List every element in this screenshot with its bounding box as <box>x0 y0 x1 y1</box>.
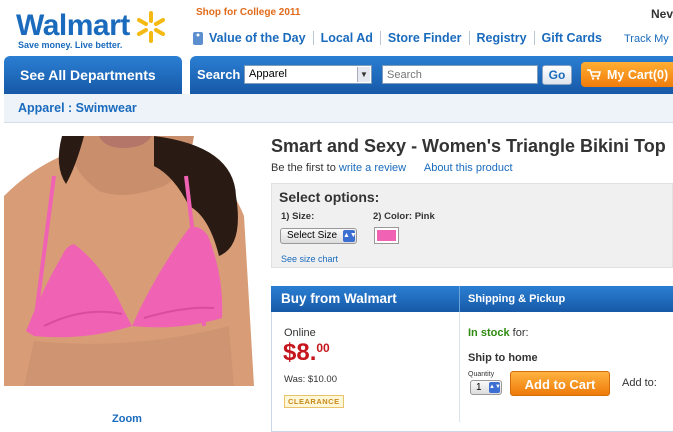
nav-divider <box>312 31 314 45</box>
product-image[interactable] <box>4 136 254 386</box>
quantity-value: 1 <box>476 382 482 393</box>
quantity-label: Quantity <box>468 371 495 378</box>
nav-divider <box>468 31 470 45</box>
nav-store-finder[interactable]: Store Finder <box>388 31 462 45</box>
nav-divider <box>533 31 535 45</box>
color-label: 2) Color: Pink <box>373 211 435 222</box>
all-departments-button[interactable]: See All Departments <box>4 56 182 94</box>
tab-divider <box>459 286 460 312</box>
size-label: 1) Size: <box>281 211 315 222</box>
shipping-pickup-tab[interactable]: Shipping & Pickup <box>468 293 565 305</box>
new-label[interactable]: Nev <box>651 7 673 21</box>
price-tag-icon <box>193 31 203 45</box>
cart-button[interactable]: My Cart(0) <box>581 62 673 87</box>
column-divider <box>459 312 460 422</box>
nav-local-ad[interactable]: Local Ad <box>321 31 373 45</box>
review-prefix: Be the first to <box>271 162 336 174</box>
chevron-updown-icon: ▲▼ <box>489 382 501 393</box>
top-nav: Value of the Day Local Ad Store Finder R… <box>192 28 602 48</box>
in-stock-for: for: <box>512 327 529 339</box>
stock-status: In stock for: <box>468 327 529 339</box>
search-label: Search <box>197 67 241 82</box>
nav-value-of-the-day[interactable]: Value of the Day <box>209 31 306 45</box>
chevron-updown-icon: ▲▼ <box>343 230 357 242</box>
add-to-label: Add to: <box>622 377 657 389</box>
quantity-select[interactable]: 1 ▲▼ <box>470 380 502 395</box>
online-label: Online <box>284 327 316 339</box>
promo-link[interactable]: Shop for College 2011 <box>196 7 300 18</box>
clearance-badge: CLEARANCE <box>284 395 344 408</box>
category-value: Apparel <box>249 68 287 80</box>
nav-registry[interactable]: Registry <box>477 31 527 45</box>
price: $8.00 <box>283 339 330 367</box>
nav-gift-cards[interactable]: Gift Cards <box>542 31 602 45</box>
cart-label: My Cart(0) <box>607 67 669 82</box>
zoom-link[interactable]: Zoom <box>112 413 142 425</box>
options-title: Select options: <box>279 189 380 205</box>
product-title: Smart and Sexy - Women's Triangle Bikini… <box>271 136 666 156</box>
category-select[interactable]: Apparel ▼ <box>244 65 372 84</box>
size-select[interactable]: Select Size ▲▼ <box>280 228 357 244</box>
search-input[interactable] <box>382 65 538 84</box>
price-dollars: $8. <box>283 339 317 366</box>
track-order-link[interactable]: Track My <box>624 33 669 45</box>
walmart-logo[interactable]: Walmart <box>16 8 130 44</box>
nav-divider <box>379 31 381 45</box>
color-swatch-pink[interactable] <box>374 227 399 244</box>
write-review-link[interactable]: write a review <box>339 162 406 174</box>
cart-icon <box>587 69 601 80</box>
in-stock-label: In stock <box>468 327 510 339</box>
breadcrumb[interactable]: Apparel : Swimwear <box>18 101 137 115</box>
review-line: Be the first to write a review About thi… <box>271 162 513 174</box>
size-chart-link[interactable]: See size chart <box>281 254 338 264</box>
about-product-link[interactable]: About this product <box>424 162 513 174</box>
add-to-cart-button[interactable]: Add to Cart <box>510 371 610 396</box>
go-button[interactable]: Go <box>542 65 572 85</box>
logo-tagline: Save money. Live better. <box>18 40 123 50</box>
buy-from-walmart-tab[interactable]: Buy from Walmart <box>281 291 397 306</box>
ship-to-home-label: Ship to home <box>468 352 538 364</box>
spark-logo-icon <box>137 11 165 43</box>
was-price: Was: $10.00 <box>284 374 337 385</box>
size-select-value: Select Size <box>287 230 338 241</box>
swatch-fill <box>377 230 396 241</box>
price-cents: 00 <box>316 341 330 355</box>
chevron-down-icon: ▼ <box>357 67 370 82</box>
